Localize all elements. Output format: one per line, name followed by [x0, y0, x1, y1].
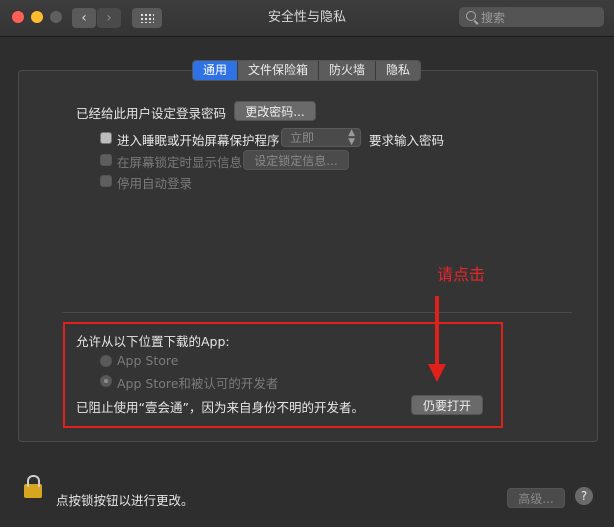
app-store-radio[interactable] — [100, 355, 112, 367]
search-field[interactable]: 搜索 — [459, 7, 604, 27]
change-password-button[interactable]: 更改密码... — [234, 101, 316, 121]
section-divider — [62, 312, 572, 313]
require-password-checkbox[interactable] — [100, 132, 112, 144]
select-arrows-icon: ▲ ▼ — [348, 128, 355, 147]
select-value: 立即 — [290, 131, 315, 145]
app-store-identified-radio[interactable] — [100, 375, 112, 387]
advanced-button[interactable]: 高级... — [507, 488, 565, 508]
tab-filevault[interactable]: 文件保险箱 — [237, 61, 319, 80]
password-set-text: 已经给此用户设定登录密码 — [76, 106, 227, 121]
lock-instruction: 点按锁按钮以进行更改。 — [56, 493, 194, 508]
tab-firewall[interactable]: 防火墙 — [318, 61, 376, 80]
disable-auto-login-label: 停用自动登录 — [117, 176, 193, 191]
tab-privacy[interactable]: 隐私 — [375, 61, 421, 80]
help-button[interactable]: ? — [575, 487, 593, 505]
lock-message-checkbox[interactable] — [100, 154, 112, 166]
open-anyway-button[interactable]: 仍要打开 — [411, 395, 483, 415]
disable-auto-login-checkbox[interactable] — [100, 175, 112, 187]
require-password-suffix: 要求输入密码 — [369, 133, 445, 148]
set-lock-message-button[interactable]: 设定锁定信息... — [243, 150, 349, 170]
search-icon — [466, 11, 476, 21]
annotation-text: 请点击 — [437, 265, 486, 284]
tab-general[interactable]: 通用 — [193, 61, 238, 80]
blocked-message: 已阻止使用“壹会通”，因为来自身份不明的开发者。 — [76, 400, 364, 415]
require-password-label: 进入睡眠或开始屏幕保护程序 — [117, 133, 280, 148]
require-password-select[interactable]: 立即 ▲ ▼ — [281, 128, 361, 147]
title-bar: ‹ › 安全性与隐私 搜索 — [0, 0, 614, 37]
gatekeeper-heading: 允许从以下位置下载的App: — [76, 334, 230, 349]
lock-message-label: 在屏幕锁定时显示信息 — [117, 155, 243, 170]
search-placeholder: 搜索 — [481, 11, 506, 25]
lock-icon[interactable] — [24, 475, 42, 498]
app-store-identified-label: App Store和被认可的开发者 — [117, 376, 279, 391]
tab-bar: 通用 文件保险箱 防火墙 隐私 — [192, 60, 422, 81]
app-store-label: App Store — [117, 353, 179, 368]
